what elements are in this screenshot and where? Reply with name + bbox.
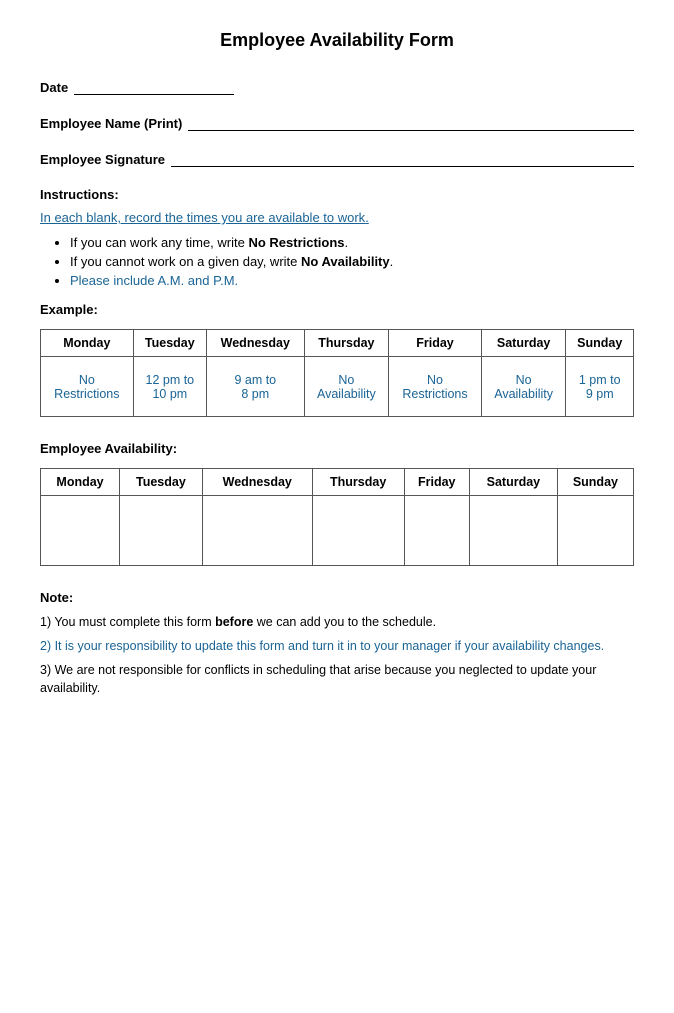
- bullet-1-bold: No Restrictions: [248, 235, 344, 250]
- avail-col-friday: Friday: [404, 469, 469, 496]
- intro-link: available to work: [268, 210, 365, 225]
- bullet-3-text: Please include A.M. and P.M.: [70, 273, 238, 288]
- date-line: [74, 79, 234, 95]
- avail-saturday-val[interactable]: [469, 496, 557, 566]
- avail-friday-val[interactable]: [404, 496, 469, 566]
- employee-name-field-row: Employee Name (Print): [40, 115, 634, 131]
- example-col-wednesday: Wednesday: [206, 330, 304, 357]
- avail-thursday-val[interactable]: [312, 496, 404, 566]
- employee-name-line: [188, 115, 634, 131]
- example-table: Monday Tuesday Wednesday Thursday Friday…: [40, 329, 634, 417]
- employee-availability-section: Employee Availability: Monday Tuesday We…: [40, 441, 634, 566]
- avail-col-sunday: Sunday: [557, 469, 633, 496]
- avail-sunday-val[interactable]: [557, 496, 633, 566]
- example-data-row: NoRestrictions 12 pm to10 pm 9 am to8 pm…: [41, 357, 634, 417]
- availability-header-row: Monday Tuesday Wednesday Thursday Friday…: [41, 469, 634, 496]
- example-section: Example: Monday Tuesday Wednesday Thursd…: [40, 302, 634, 417]
- example-friday-val: NoRestrictions: [389, 357, 482, 417]
- date-label: Date: [40, 80, 68, 95]
- employee-signature-line: [171, 151, 634, 167]
- example-sunday-val: 1 pm to9 pm: [566, 357, 634, 417]
- example-tuesday-val: 12 pm to10 pm: [133, 357, 206, 417]
- avail-wednesday-val[interactable]: [202, 496, 312, 566]
- bullet-2: If you cannot work on a given day, write…: [70, 254, 634, 269]
- employee-signature-field-row: Employee Signature: [40, 151, 634, 167]
- note-1-suffix: we can add you to the schedule.: [253, 615, 436, 629]
- example-header-row: Monday Tuesday Wednesday Thursday Friday…: [41, 330, 634, 357]
- availability-data-row: [41, 496, 634, 566]
- note-1: 1) You must complete this form before we…: [40, 613, 634, 632]
- employee-name-label: Employee Name (Print): [40, 116, 182, 131]
- employee-signature-label: Employee Signature: [40, 152, 165, 167]
- employee-availability-table: Monday Tuesday Wednesday Thursday Friday…: [40, 468, 634, 566]
- notes-section: Note: 1) You must complete this form bef…: [40, 590, 634, 698]
- bullet-2-bold: No Availability: [301, 254, 390, 269]
- instructions-section: Instructions: In each blank, record the …: [40, 187, 634, 288]
- note-2: 2) It is your responsibility to update t…: [40, 637, 634, 656]
- date-field-row: Date: [40, 79, 634, 95]
- instructions-intro: In each blank, record the times you are …: [40, 210, 634, 225]
- intro-end: .: [365, 210, 369, 225]
- bullet-2-text: If you cannot work on a given day, write: [70, 254, 301, 269]
- example-saturday-val: NoAvailability: [481, 357, 566, 417]
- example-col-thursday: Thursday: [304, 330, 389, 357]
- note-3: 3) We are not responsible for conflicts …: [40, 661, 634, 699]
- intro-text: In each blank, record the times you are: [40, 210, 268, 225]
- avail-col-saturday: Saturday: [469, 469, 557, 496]
- example-col-friday: Friday: [389, 330, 482, 357]
- example-col-tuesday: Tuesday: [133, 330, 206, 357]
- instructions-heading: Instructions:: [40, 187, 634, 202]
- example-col-saturday: Saturday: [481, 330, 566, 357]
- bullet-list: If you can work any time, write No Restr…: [70, 235, 634, 288]
- bullet-1: If you can work any time, write No Restr…: [70, 235, 634, 250]
- note-3-text: 3) We are not responsible for conflicts …: [40, 663, 596, 696]
- bullet-1-text: If you can work any time, write: [70, 235, 248, 250]
- example-heading: Example:: [40, 302, 634, 317]
- avail-tuesday-val[interactable]: [120, 496, 203, 566]
- avail-monday-val[interactable]: [41, 496, 120, 566]
- bullet-1-end: .: [345, 235, 349, 250]
- note-1-bold: before: [215, 615, 253, 629]
- page-title: Employee Availability Form: [40, 30, 634, 51]
- avail-col-thursday: Thursday: [312, 469, 404, 496]
- bullet-2-end: .: [390, 254, 394, 269]
- example-col-sunday: Sunday: [566, 330, 634, 357]
- note-2-text: 2) It is your responsibility to update t…: [40, 639, 604, 653]
- employee-availability-heading: Employee Availability:: [40, 441, 634, 456]
- example-col-monday: Monday: [41, 330, 134, 357]
- example-thursday-val: NoAvailability: [304, 357, 389, 417]
- example-monday-val: NoRestrictions: [41, 357, 134, 417]
- example-wednesday-val: 9 am to8 pm: [206, 357, 304, 417]
- avail-col-tuesday: Tuesday: [120, 469, 203, 496]
- bullet-3: Please include A.M. and P.M.: [70, 273, 634, 288]
- avail-col-wednesday: Wednesday: [202, 469, 312, 496]
- avail-col-monday: Monday: [41, 469, 120, 496]
- note-1-prefix: 1) You must complete this form: [40, 615, 215, 629]
- note-heading: Note:: [40, 590, 634, 605]
